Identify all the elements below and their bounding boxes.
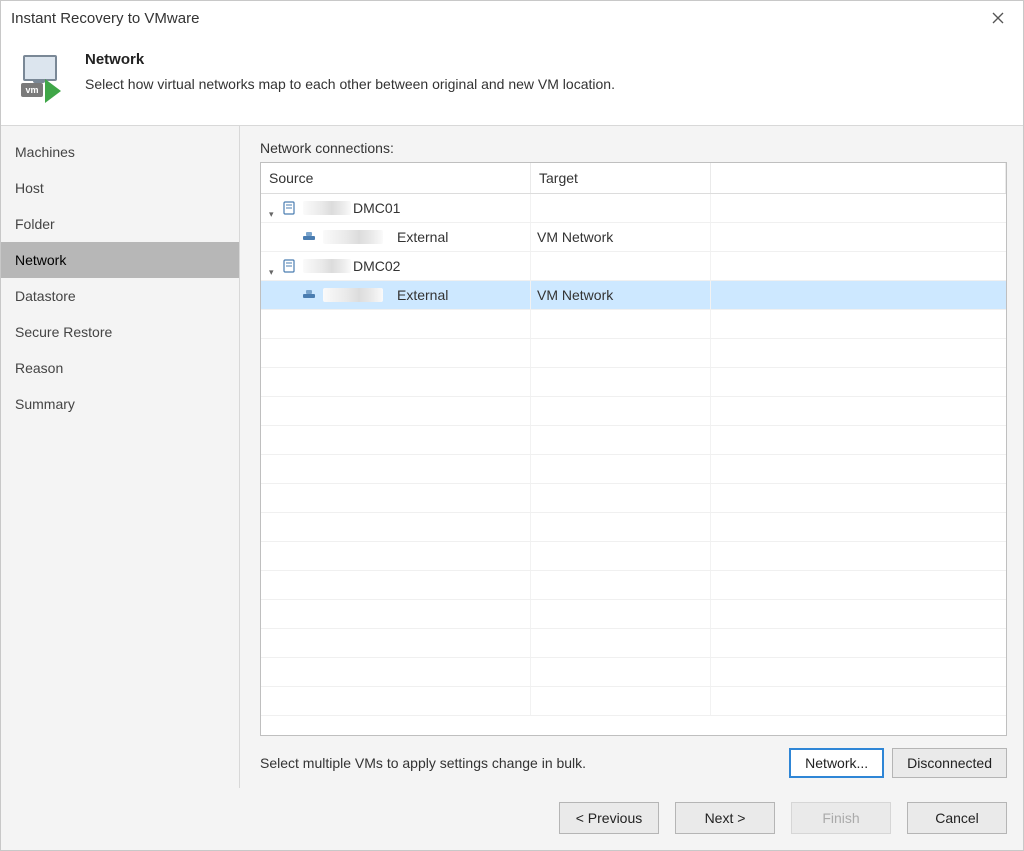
finish-button: Finish	[791, 802, 891, 834]
sidebar-item-summary[interactable]: Summary	[1, 386, 239, 422]
table-row[interactable]	[261, 368, 1006, 397]
cell-target: VM Network	[531, 281, 711, 309]
network-wizard-icon: vm	[19, 55, 67, 103]
table-row[interactable]	[261, 513, 1006, 542]
vm-badge: vm	[21, 83, 43, 97]
table-row[interactable]	[261, 455, 1006, 484]
table-row[interactable]	[261, 658, 1006, 687]
masked-text	[303, 201, 351, 215]
table-row[interactable]	[261, 310, 1006, 339]
cell-spacer	[711, 252, 1006, 280]
chevron-down-icon[interactable]	[269, 262, 277, 270]
table-row[interactable]	[261, 426, 1006, 455]
page-subtitle: Select how virtual networks map to each …	[85, 76, 615, 92]
table-row[interactable]	[261, 571, 1006, 600]
table-row[interactable]: DMC02	[261, 252, 1006, 281]
col-header-source[interactable]: Source	[261, 163, 531, 193]
sidebar-item-folder[interactable]: Folder	[1, 206, 239, 242]
cell-spacer	[711, 281, 1006, 309]
cell-source: External	[261, 281, 531, 309]
titlebar: Instant Recovery to VMware	[1, 1, 1023, 35]
masked-text	[323, 230, 383, 244]
table-row[interactable]	[261, 484, 1006, 513]
page-header: vm Network Select how virtual networks m…	[1, 35, 1023, 126]
cell-source: DMC01	[261, 194, 531, 222]
cell-target	[531, 252, 711, 280]
cell-target: VM Network	[531, 223, 711, 251]
below-grid: Select multiple VMs to apply settings ch…	[260, 748, 1007, 778]
previous-button[interactable]: < Previous	[559, 802, 659, 834]
col-header-target[interactable]: Target	[531, 163, 711, 193]
close-button[interactable]	[983, 6, 1013, 30]
wizard-steps-sidebar: MachinesHostFolderNetworkDatastoreSecure…	[1, 126, 240, 788]
table-row[interactable]: DMC01	[261, 194, 1006, 223]
wizard-footer: < Previous Next > Finish Cancel	[1, 788, 1023, 850]
masked-text	[323, 288, 383, 302]
network-connections-grid: Source Target DMC01ExternalVM NetworkDMC…	[260, 162, 1007, 736]
close-icon	[992, 12, 1004, 24]
table-row[interactable]: External VM Network	[261, 223, 1006, 252]
sidebar-item-reason[interactable]: Reason	[1, 350, 239, 386]
server-icon	[281, 258, 297, 274]
table-row[interactable]: External VM Network	[261, 281, 1006, 310]
col-header-spacer	[711, 163, 1006, 193]
sidebar-item-machines[interactable]: Machines	[1, 134, 239, 170]
table-row[interactable]	[261, 629, 1006, 658]
body: MachinesHostFolderNetworkDatastoreSecure…	[1, 126, 1023, 788]
disconnected-button[interactable]: Disconnected	[892, 748, 1007, 778]
chevron-down-icon[interactable]	[269, 204, 277, 212]
cell-target	[531, 194, 711, 222]
cell-source: External	[261, 223, 531, 251]
table-row[interactable]	[261, 542, 1006, 571]
table-row[interactable]	[261, 397, 1006, 426]
network-name: External	[397, 229, 448, 245]
sidebar-item-secure-restore[interactable]: Secure Restore	[1, 314, 239, 350]
dialog-window: Instant Recovery to VMware vm Network Se…	[0, 0, 1024, 851]
page-title: Network	[85, 51, 615, 68]
host-name: DMC02	[353, 258, 400, 274]
server-icon	[281, 200, 297, 216]
sidebar-item-network[interactable]: Network	[1, 242, 239, 278]
bulk-hint: Select multiple VMs to apply settings ch…	[260, 755, 781, 771]
host-name: DMC01	[353, 200, 400, 216]
network-adapter-icon	[301, 229, 317, 245]
sidebar-item-datastore[interactable]: Datastore	[1, 278, 239, 314]
network-name: External	[397, 287, 448, 303]
table-row[interactable]	[261, 600, 1006, 629]
cell-spacer	[711, 223, 1006, 251]
table-row[interactable]	[261, 687, 1006, 716]
table-row[interactable]	[261, 339, 1006, 368]
main-panel: Network connections: Source Target DMC01…	[240, 126, 1023, 788]
next-button[interactable]: Next >	[675, 802, 775, 834]
header-text: Network Select how virtual networks map …	[85, 49, 615, 92]
cell-source: DMC02	[261, 252, 531, 280]
window-title: Instant Recovery to VMware	[11, 10, 199, 27]
masked-text	[303, 259, 351, 273]
sidebar-item-host[interactable]: Host	[1, 170, 239, 206]
cell-spacer	[711, 194, 1006, 222]
grid-header: Source Target	[261, 163, 1006, 194]
cancel-button[interactable]: Cancel	[907, 802, 1007, 834]
panel-label: Network connections:	[260, 140, 1007, 156]
network-adapter-icon	[301, 287, 317, 303]
network-button[interactable]: Network...	[789, 748, 884, 778]
grid-body[interactable]: DMC01 External VM Network DMC02 External VM N…	[261, 194, 1006, 735]
